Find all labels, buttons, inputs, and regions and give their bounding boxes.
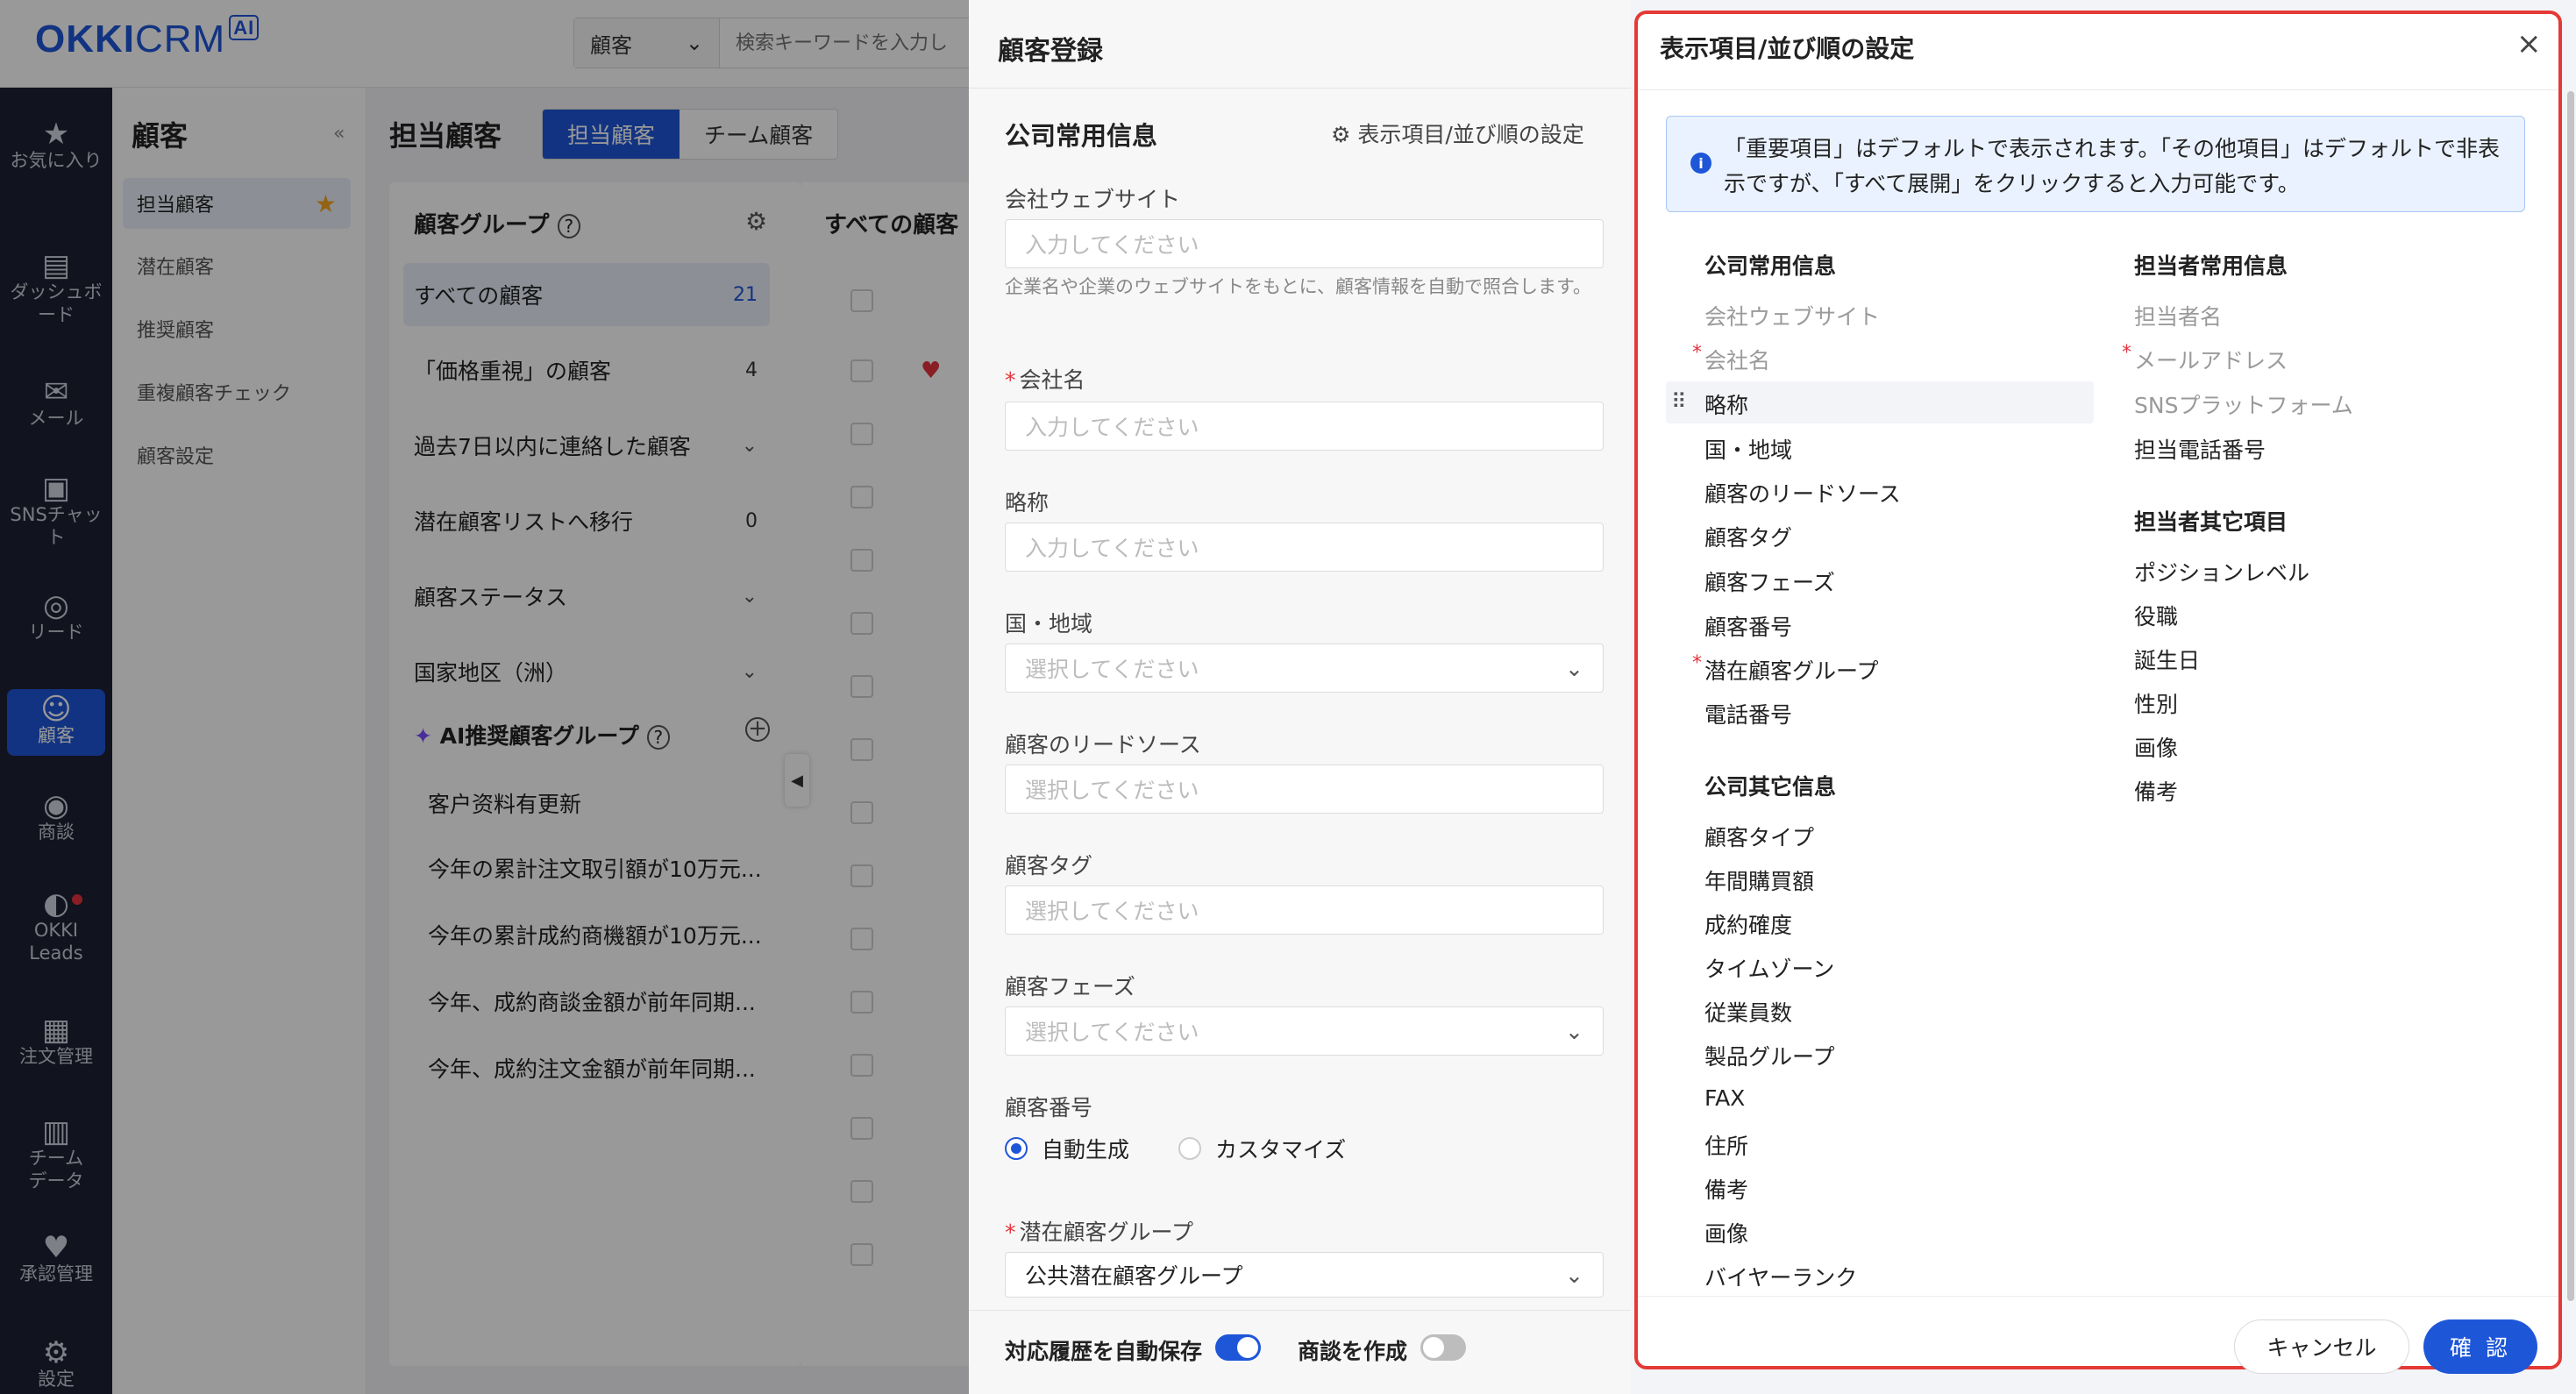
field-option[interactable]: 画像 (1704, 1217, 1748, 1248)
confirm-button[interactable]: 確 認 (2423, 1319, 2537, 1374)
field-option[interactable]: FAX (1704, 1085, 1745, 1111)
scrollbar[interactable] (2567, 91, 2574, 1301)
field-option[interactable]: 年間購買額 (1704, 864, 1814, 896)
potential-group-label: * 潜在顧客グループ (1005, 1220, 1194, 1245)
field-option[interactable]: SNSプラットフォーム (2134, 388, 2353, 420)
field-option[interactable]: バイヤーランク (1704, 1261, 1857, 1292)
customer-number-label: 顧客番号 (1005, 1095, 1093, 1120)
field-option[interactable]: 会社ウェブサイト (1704, 300, 1880, 331)
lead-source-select[interactable]: 選択してください (1005, 765, 1604, 814)
radio-auto-generate[interactable]: 自動生成 (1005, 1133, 1129, 1164)
chevron-down-icon: ⌄ (1565, 655, 1583, 681)
field-option[interactable]: 備考 (2134, 775, 2178, 807)
lead-source-label: 顧客のリードソース (1005, 732, 1201, 757)
field-option[interactable]: ポジションレベル (2134, 556, 2309, 587)
field-option[interactable]: 画像 (2134, 731, 2178, 763)
potential-group-select[interactable]: 公共潜在顧客グループ ⌄ (1005, 1252, 1604, 1298)
field-option[interactable]: * 潜在顧客グループ (1692, 652, 1879, 686)
divider (1638, 89, 2558, 90)
short-name-input[interactable]: 入力してください (1005, 523, 1604, 572)
create-deal-label: 商談を作成 (1298, 1339, 1408, 1364)
close-icon[interactable]: × (2516, 26, 2542, 61)
field-option[interactable]: 従業員数 (1704, 996, 1792, 1028)
website-hint: 企業名や企業のウェブサイトをもとに、顧客情報を自動で照合します。 (1005, 276, 1591, 297)
customer-phase-select[interactable]: 選択してください ⌄ (1005, 1006, 1604, 1056)
chevron-down-icon: ⌄ (1565, 1262, 1583, 1288)
divider (1638, 1296, 2558, 1297)
field-option[interactable]: タイムゾーン (1704, 952, 1834, 984)
company-name-input[interactable]: 入力してください (1005, 402, 1604, 451)
website-input[interactable]: 入力してください (1005, 219, 1604, 268)
country-select[interactable]: 選択してください ⌄ (1005, 644, 1604, 693)
autosave-label: 対応履歴を自動保存 (1005, 1339, 1203, 1364)
drawer-title: 顧客登録 (998, 36, 1103, 67)
short-name-label: 略称 (1005, 490, 1050, 516)
field-option[interactable]: 電話番号 (1704, 698, 1792, 729)
chevron-down-icon: ⌄ (1565, 1018, 1583, 1044)
website-label: 会社ウェブサイト (1005, 187, 1181, 212)
autosave-toggle[interactable] (1215, 1334, 1261, 1361)
field-option[interactable]: 顧客タイプ (1704, 821, 1814, 852)
country-label: 国・地域 (1005, 611, 1093, 637)
divider (969, 88, 1631, 89)
field-option[interactable]: 住所 (1704, 1129, 1748, 1161)
radio-customize[interactable]: カスタマイズ (1178, 1133, 1346, 1164)
field-option[interactable]: 製品グループ (1704, 1040, 1835, 1071)
dialog-title: 表示項目/並び順の設定 (1660, 34, 1915, 63)
field-option[interactable]: 顧客フェーズ (1704, 565, 1835, 597)
field-option[interactable]: 備考 (1704, 1173, 1748, 1205)
gear-icon: ⚙ (1331, 122, 1351, 147)
display-settings-link[interactable]: ⚙ 表示項目/並び順の設定 (1331, 117, 1584, 149)
section-header-company-common: 公司常用信息 (1704, 253, 1837, 279)
field-option[interactable]: * 会社名 (1692, 342, 1770, 375)
cancel-button[interactable]: キャンセル (2234, 1319, 2409, 1374)
field-option[interactable]: 成約確度 (1704, 908, 1792, 940)
field-option[interactable]: 誕生日 (2134, 644, 2200, 675)
radio-dot (1005, 1137, 1028, 1160)
info-icon: i (1690, 153, 1711, 174)
info-text: 「重要項目」はデフォルトで表示されます。「その他項目」はデフォルトで非表示ですが… (1724, 136, 2501, 196)
section-header-contact-common: 担当者常用信息 (2134, 253, 2288, 279)
company-name-label: * 会社名 (1005, 367, 1085, 393)
field-option[interactable]: 担当電話番号 (2134, 433, 2266, 465)
customer-tag-label: 顧客タグ (1005, 853, 1093, 878)
section-title: 公司常用信息 (1005, 121, 1158, 151)
customer-tag-select[interactable]: 選択してください (1005, 885, 1604, 935)
field-option[interactable]: * メールアドレス (2122, 342, 2288, 375)
section-header-company-other: 公司其它信息 (1704, 774, 1837, 800)
customer-phase-label: 顧客フェーズ (1005, 974, 1135, 999)
radio-dot (1178, 1137, 1201, 1160)
modal-backdrop[interactable] (0, 0, 969, 1394)
field-option[interactable]: 顧客番号 (1704, 610, 1792, 642)
create-deal-toggle[interactable] (1420, 1334, 1466, 1361)
field-option[interactable]: 顧客のリードソース (1704, 477, 1901, 509)
drag-handle-icon[interactable]: ⠿ (1671, 389, 1687, 414)
field-option[interactable]: 顧客タグ (1704, 521, 1792, 552)
field-option[interactable]: 国・地域 (1704, 433, 1792, 465)
field-option[interactable]: 役職 (2134, 600, 2178, 631)
field-option[interactable]: 担当者名 (2134, 300, 2222, 331)
display-order-settings-dialog (1634, 11, 2562, 1369)
section-header-contact-other: 担当者其它項目 (2134, 509, 2288, 535)
field-option[interactable]: 略称 (1704, 388, 1748, 420)
field-option[interactable]: 性別 (2134, 687, 2178, 719)
